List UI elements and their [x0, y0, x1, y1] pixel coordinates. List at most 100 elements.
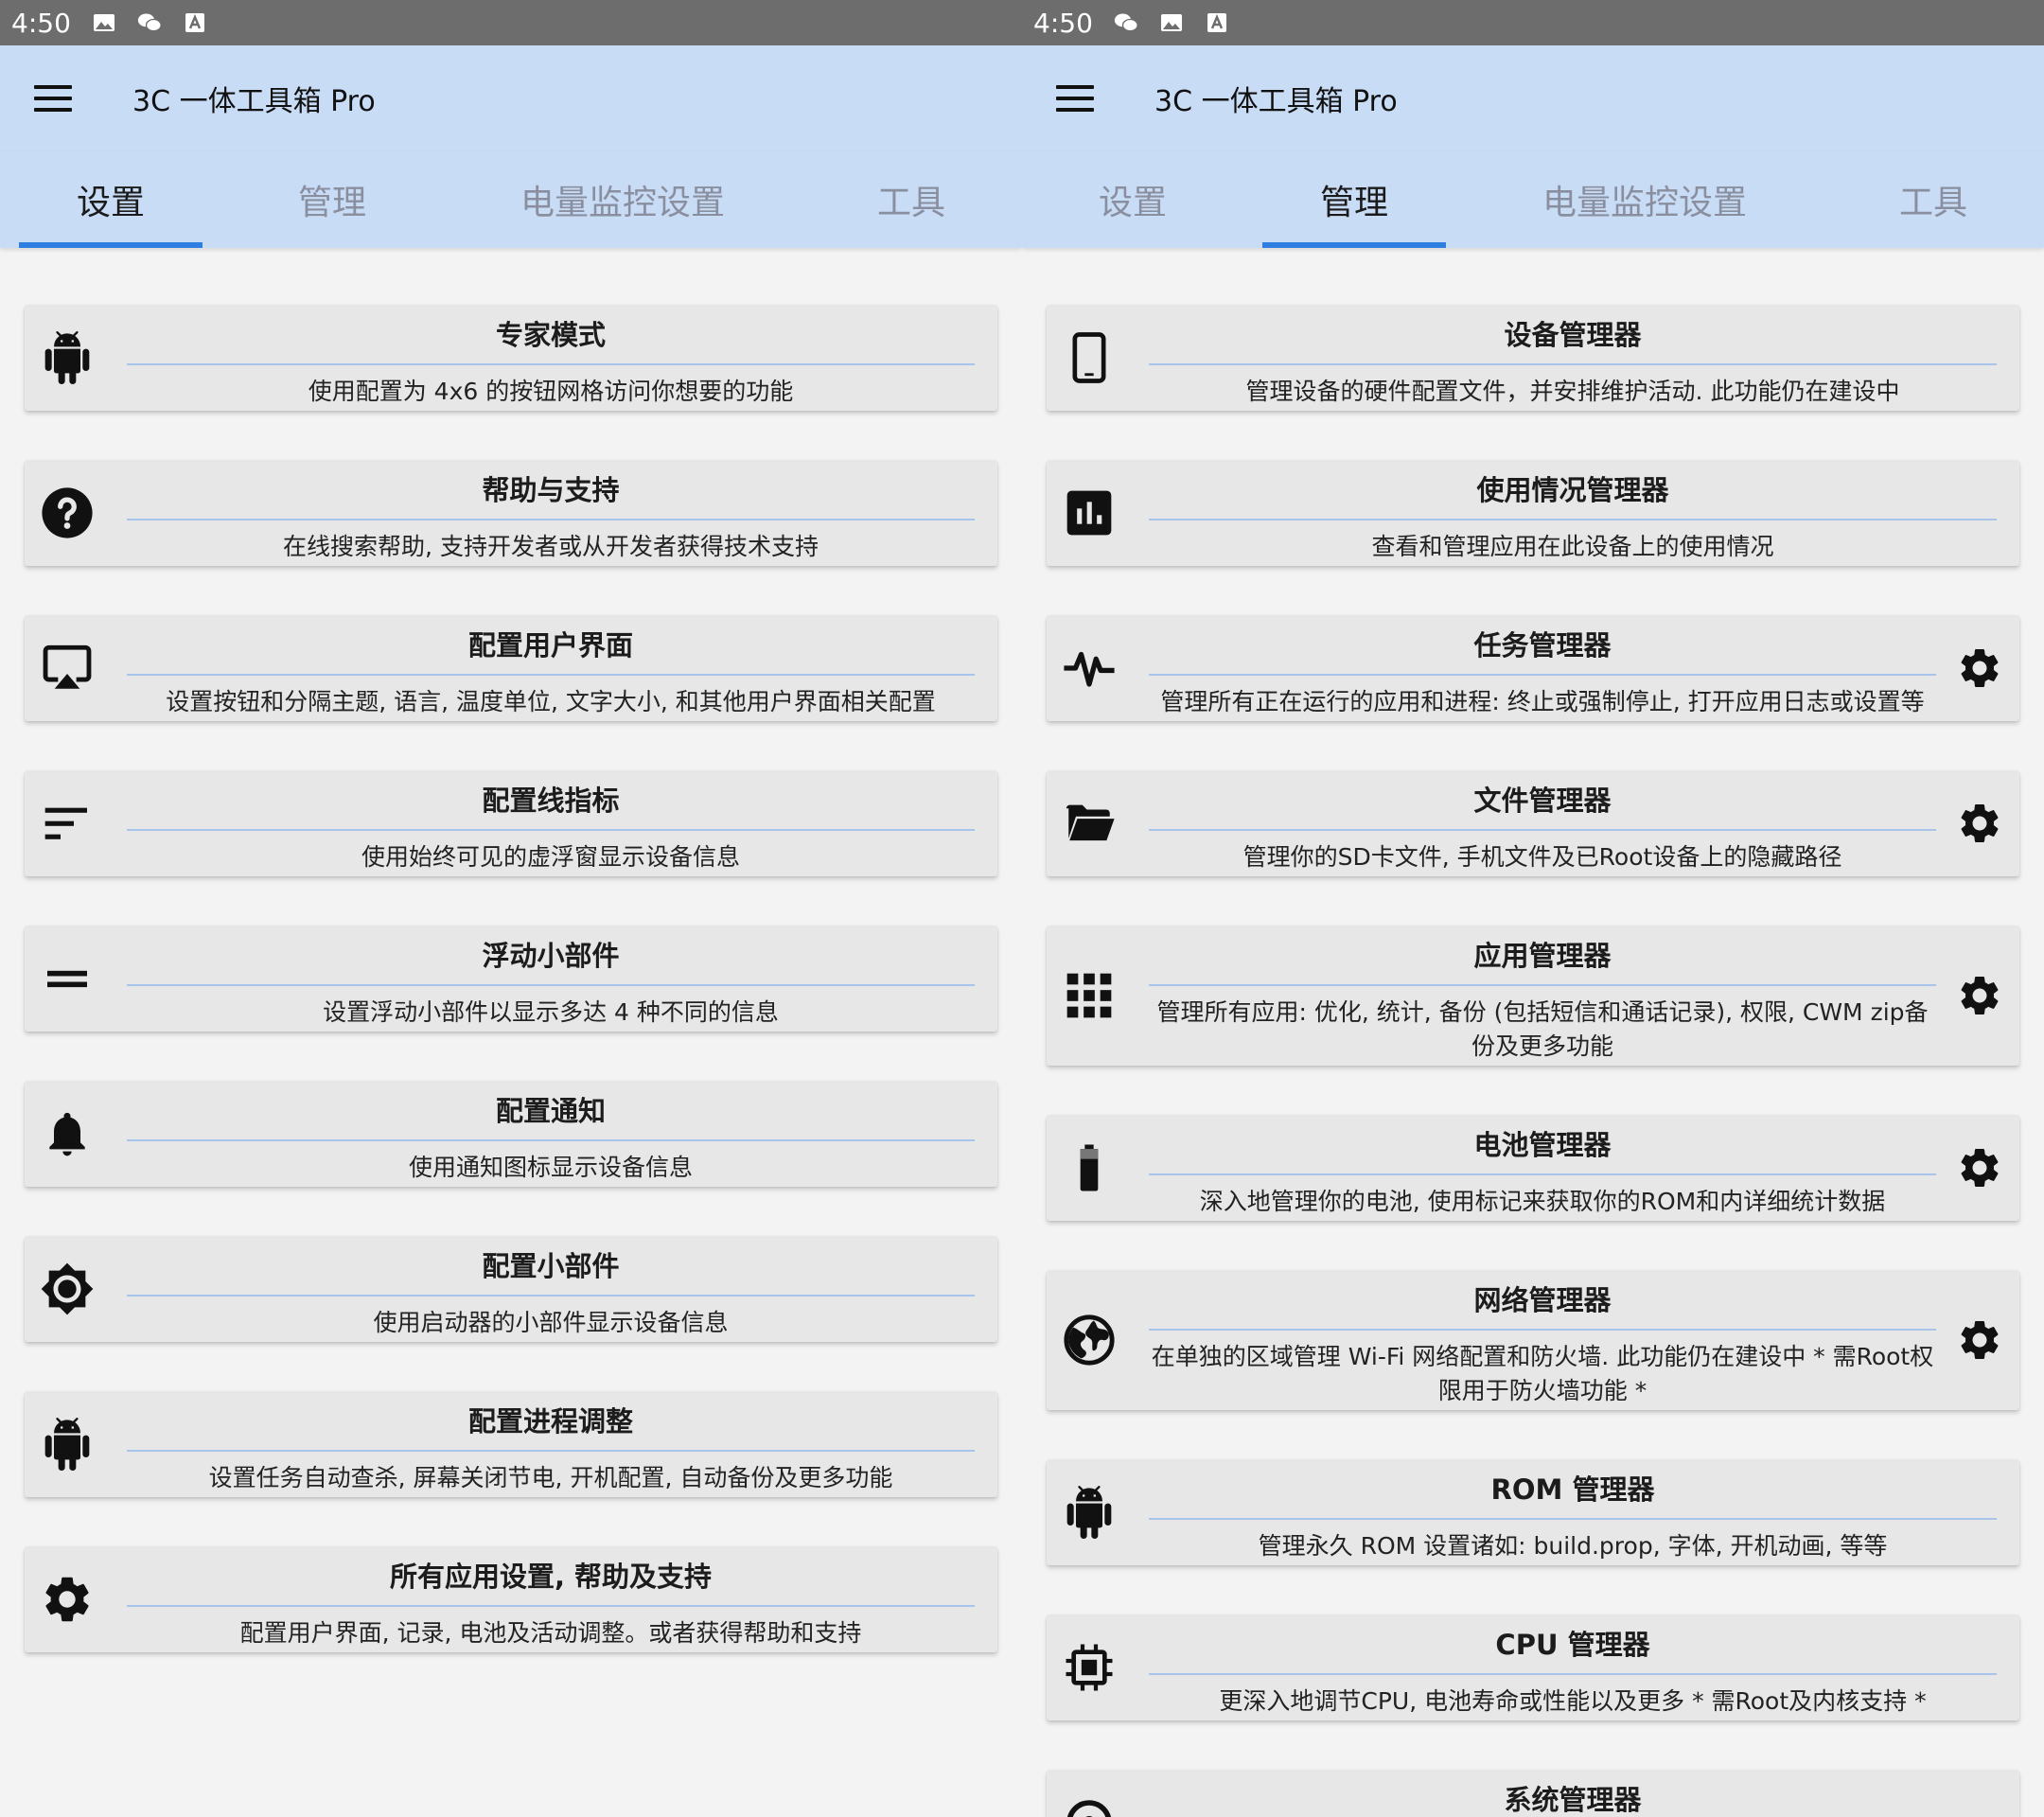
- tab-tools[interactable]: 工具: [1841, 151, 2025, 248]
- list-item-title: 配置用户界面: [467, 629, 633, 662]
- list-item-description: 设置浮动小部件以显示多达 4 种不同的信息: [323, 998, 779, 1026]
- list-item-description: 管理设备的硬件配置文件，并安排维护活动. 此功能仍在建设中: [1245, 378, 1900, 405]
- list-item-description: 深入地管理你的电池, 使用标记来获取你的ROM和内详细统计数据: [1199, 1188, 1886, 1215]
- list-item-body: 使用情况管理器查看和管理应用在此设备上的使用情况: [1149, 471, 1997, 564]
- tab-indicator: [1262, 242, 1446, 248]
- menu-icon[interactable]: [34, 79, 72, 117]
- divider: [127, 1295, 975, 1297]
- app-bar: 3C 一体工具箱 Pro: [0, 45, 1022, 151]
- tab-settings[interactable]: 设置: [19, 151, 203, 248]
- list-item-title: 使用情况管理器: [1476, 474, 1669, 506]
- list-item[interactable]: 专家模式使用配置为 4x6 的按钮网格访问你想要的功能: [25, 305, 997, 411]
- tab-battery-monitor-settings[interactable]: 电量监控设置: [492, 151, 753, 248]
- wechat-icon: [137, 10, 162, 35]
- list-item[interactable]: 所有应用设置, 帮助及支持 配置用户界面, 记录, 电池及活动调整。或者获得帮助和…: [25, 1546, 997, 1652]
- list-item-body: 配置通知 使用通知图标显示设备信息: [127, 1092, 975, 1185]
- menu-icon[interactable]: [1056, 79, 1094, 117]
- tab-manage[interactable]: 管理: [240, 151, 424, 248]
- phone-icon: [1062, 330, 1117, 385]
- list-item[interactable]: 使用情况管理器查看和管理应用在此设备上的使用情况: [1047, 460, 2019, 566]
- cpu-chip-icon: [1062, 1640, 1117, 1695]
- list-item-title: 配置小部件: [482, 1250, 620, 1282]
- tab-bar: 设置 管理 电量监控设置 工具: [0, 151, 1022, 248]
- divider: [1149, 1173, 1936, 1175]
- settings-gear-icon[interactable]: [1955, 1143, 2004, 1192]
- list-item[interactable]: 配置小部件 使用启动器的小部件显示设备信息: [25, 1236, 997, 1342]
- keyboard-a-icon: [1205, 10, 1229, 35]
- list-item-description: 配置用户界面, 记录, 电池及活动调整。或者获得帮助和支持: [239, 1619, 862, 1647]
- list-item-title: 帮助与支持: [482, 474, 620, 506]
- divider: [1149, 984, 1936, 986]
- status-time: 4:50: [11, 7, 71, 39]
- list-item[interactable]: 应用管理器 管理所有应用: 优化, 统计, 备份 (包括短信和通话记录), 权限,…: [1047, 926, 2019, 1066]
- tab-indicator: [19, 242, 203, 248]
- gallery-icon: [1159, 10, 1184, 35]
- list-item[interactable]: 配置线指标 使用始终可见的虚浮窗显示设备信息: [25, 770, 997, 876]
- list-item[interactable]: 网络管理器在单独的区域管理 Wi-Fi 网络配置和防火墙. 此功能仍在建设中 *…: [1047, 1270, 2019, 1410]
- list-item-description: 在单独的区域管理 Wi-Fi 网络配置和防火墙. 此功能仍在建设中 * 需Roo…: [1151, 1343, 1934, 1404]
- help-icon: [40, 485, 95, 540]
- divider: [127, 984, 975, 986]
- divider: [127, 674, 975, 676]
- tab-battery-monitor-settings[interactable]: 电量监控设置: [1514, 151, 1775, 248]
- divider: [1149, 1329, 1936, 1331]
- list-item-body: CPU 管理器 更深入地调节CPU, 电池寿命或性能以及更多 * 需Root及内核…: [1149, 1626, 1997, 1719]
- brightness-icon: [40, 1261, 95, 1316]
- divider: [1149, 1673, 1997, 1675]
- status-bar: 4:50: [0, 0, 1022, 45]
- globe-icon: [1062, 1313, 1117, 1367]
- list-item[interactable]: 帮助与支持 在线搜索帮助, 支持开发者或从开发者获得技术支持: [25, 460, 997, 566]
- sort-lines-icon: [40, 796, 95, 851]
- list-item[interactable]: 配置进程调整 设置任务自动查杀, 屏幕关闭节电, 开机配置, 自动备份及更多功能: [25, 1391, 997, 1497]
- left-screen: 4:50 3C 一体工具箱 Pro 设置 管理 电量监控设置 工具 专家模式使用…: [0, 0, 1022, 1817]
- settings-gear-icon[interactable]: [1955, 799, 2004, 848]
- tab-tools[interactable]: 工具: [819, 151, 1003, 248]
- list-item[interactable]: 电池管理器深入地管理你的电池, 使用标记来获取你的ROM和内详细统计数据: [1047, 1115, 2019, 1221]
- settings-gear-icon[interactable]: [1955, 971, 2004, 1020]
- cast-screen-icon: [40, 641, 95, 696]
- tab-settings[interactable]: 设置: [1041, 151, 1225, 248]
- list-item-title: 网络管理器: [1473, 1284, 1612, 1316]
- list-item-body: 文件管理器 管理你的SD卡文件, 手机文件及已Root设备上的隐藏路径: [1149, 782, 1936, 874]
- settings-gear-icon[interactable]: [1955, 1315, 2004, 1365]
- list-item[interactable]: 设备管理器 管理设备的硬件配置文件，并安排维护活动. 此功能仍在建设中: [1047, 305, 2019, 411]
- wechat-icon: [1114, 10, 1138, 35]
- app-title: 3C 一体工具箱 Pro: [132, 85, 376, 118]
- list-item[interactable]: ROM 管理器 管理永久 ROM 设置诸如: build.prop, 字体, 开机…: [1047, 1459, 2019, 1565]
- list-item-description: 设置按钮和分隔主题, 语言, 温度单位, 文字大小, 和其他用户界面相关配置: [166, 688, 936, 715]
- list-item-title: 电池管理器: [1473, 1129, 1612, 1161]
- list-item-description: 使用通知图标显示设备信息: [408, 1154, 693, 1181]
- list-item-title: 专家模式: [495, 319, 606, 351]
- list-item-description: 使用配置为 4x6 的按钮网格访问你想要的功能: [308, 378, 794, 405]
- list-item-description: 使用始终可见的虚浮窗显示设备信息: [361, 843, 740, 871]
- list-item-body: 任务管理器 管理所有正在运行的应用和进程: 终止或强制停止, 打开应用日志或设置等: [1149, 626, 1936, 719]
- list-item[interactable]: 任务管理器 管理所有正在运行的应用和进程: 终止或强制停止, 打开应用日志或设置等: [1047, 615, 2019, 721]
- list-item-body: 帮助与支持 在线搜索帮助, 支持开发者或从开发者获得技术支持: [127, 471, 975, 564]
- app-title: 3C 一体工具箱 Pro: [1154, 85, 1398, 118]
- list-item[interactable]: 文件管理器 管理你的SD卡文件, 手机文件及已Root设备上的隐藏路径: [1047, 770, 2019, 876]
- system-icon: [1062, 1795, 1117, 1817]
- tab-manage[interactable]: 管理: [1262, 151, 1446, 248]
- list-item-body: 设备管理器 管理设备的硬件配置文件，并安排维护活动. 此功能仍在建设中: [1149, 316, 1997, 409]
- settings-gear-icon[interactable]: [1955, 644, 2004, 693]
- list-item[interactable]: CPU 管理器 更深入地调节CPU, 电池寿命或性能以及更多 * 需Root及内核…: [1047, 1614, 2019, 1720]
- list-item-description: 更深入地调节CPU, 电池寿命或性能以及更多 * 需Root及内核支持 *: [1219, 1687, 1927, 1715]
- list-item-title: 文件管理器: [1473, 785, 1612, 817]
- list-item[interactable]: 配置用户界面设置按钮和分隔主题, 语言, 温度单位, 文字大小, 和其他用户界面…: [25, 615, 997, 721]
- list-item-body: 配置线指标 使用始终可见的虚浮窗显示设备信息: [127, 782, 975, 874]
- divider: [127, 1450, 975, 1452]
- list-item-description: 查看和管理应用在此设备上的使用情况: [1371, 533, 1774, 560]
- divider: [127, 829, 975, 831]
- list-item[interactable]: 配置通知 使用通知图标显示设备信息: [25, 1081, 997, 1187]
- list-item[interactable]: 浮动小部件 设置浮动小部件以显示多达 4 种不同的信息: [25, 926, 997, 1032]
- divider: [127, 1139, 975, 1141]
- android-icon: [40, 1417, 95, 1472]
- gear-icon: [40, 1572, 95, 1627]
- list-item[interactable]: 系统管理器: [1047, 1770, 2019, 1817]
- battery-icon: [1062, 1140, 1117, 1195]
- list-item-description: 管理永久 ROM 设置诸如: build.prop, 字体, 开机动画, 等等: [1258, 1532, 1888, 1560]
- tab-bar: 设置 管理 电量监控设置 工具: [1022, 151, 2044, 248]
- list-item-body: 专家模式使用配置为 4x6 的按钮网格访问你想要的功能: [127, 316, 975, 409]
- gallery-icon: [92, 10, 116, 35]
- list-item-body: 配置用户界面设置按钮和分隔主题, 语言, 温度单位, 文字大小, 和其他用户界面…: [127, 626, 975, 719]
